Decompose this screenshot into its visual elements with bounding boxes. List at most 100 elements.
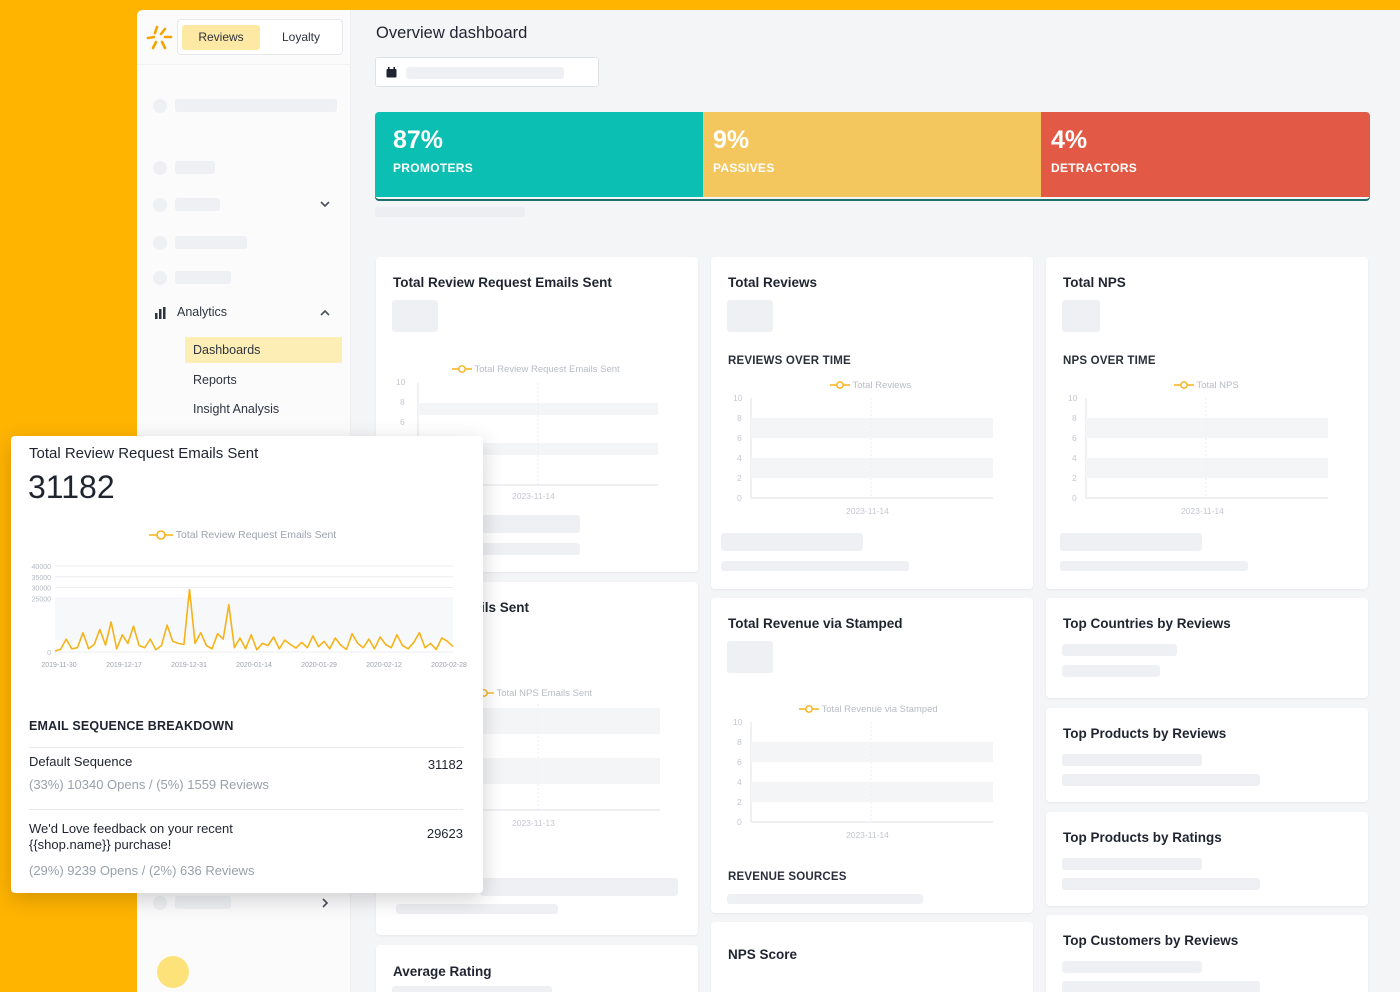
y-tick-label: 0 [47,650,51,657]
tab-loyalty[interactable]: Loyalty [262,25,340,50]
axis-tick: 10 [396,377,406,387]
nav-item-placeholder[interactable] [175,271,231,284]
promoters-segment: 87% PROMOTERS [375,112,703,197]
axis-date: 2023-11-14 [1181,506,1224,516]
sequence-name: We'd Love feedback on your recent {{shop… [29,821,233,852]
legend-label: Total NPS Emails Sent [496,688,593,699]
legend-label: Total NPS [1196,380,1239,391]
reviews-chart: 10 8 6 4 2 0 2023-11-14 [733,393,993,516]
axis-tick: 10 [733,717,743,727]
nav-icon-placeholder [153,271,167,285]
card-title: NPS Score [728,947,798,962]
sequence-breakdown-heading: EMAIL SEQUENCE BREAKDOWN [29,719,234,733]
chevron-down-icon[interactable] [319,198,331,210]
product-switcher: Reviews Loyalty [177,19,343,55]
axis-tick: 6 [400,417,405,427]
nav-icon-placeholder [153,896,167,910]
legend-marker-icon [799,705,819,714]
placeholder [1062,961,1202,973]
axis-tick: 6 [737,757,742,767]
placeholder [1062,981,1260,992]
axis-tick: 10 [733,393,743,403]
placeholder [727,894,923,904]
nps-emails-chart: 2023-11-13 [480,704,660,828]
nav-icon-placeholder [153,198,167,212]
revenue-card: Total Revenue via Stamped Total Revenue … [711,598,1033,913]
detractors-segment: 4% DETRACTORS [1041,112,1370,197]
nav-dashboards[interactable]: Dashboards [185,337,342,363]
axis-tick: 4 [737,453,742,463]
axis-date: 2023-11-14 [846,830,889,840]
axis-tick: 4 [1072,453,1077,463]
placeholder [1062,774,1260,786]
emails-sent-popout-card: Total Review Request Emails Sent 31182 T… [11,436,483,893]
axis-date: 2023-11-13 [512,818,555,828]
nav-icon-placeholder [153,236,167,250]
placeholder [392,986,552,992]
legend-marker-icon [1174,381,1194,390]
nav-item-placeholder[interactable] [175,99,337,112]
sequence-stats: (29%) 9239 Opens / (2%) 636 Reviews [29,863,255,878]
y-tick-label: 35000 [32,575,52,582]
sequence-name: Default Sequence [29,754,133,769]
chevron-right-icon[interactable] [319,897,331,909]
grid-band [55,598,453,640]
bar-chart-icon [155,307,166,319]
average-rating-card: Average Rating [376,945,698,992]
nav-reports[interactable]: Reports [185,367,342,393]
nav-analytics[interactable]: Analytics [177,305,227,319]
date-range-picker[interactable] [375,57,599,87]
chart-legend: Total NPS Emails Sent [480,688,592,699]
chevron-up-icon[interactable] [319,307,331,319]
x-tick-label: 2020-01-29 [301,662,337,669]
chart-legend: Total Review Request Emails Sent [149,529,336,541]
axis-tick: 8 [737,413,742,423]
top-products-ratings-card: Top Products by Ratings [1046,812,1368,906]
axis-tick: 2 [1072,473,1077,483]
nav-item-placeholder[interactable] [175,236,247,249]
tab-reviews[interactable]: Reviews [182,25,260,50]
divider [29,747,463,748]
placeholder [721,533,863,551]
nps-over-time-heading: NPS OVER TIME [1063,355,1156,367]
revenue-sources-heading: REVENUE SOURCES [728,871,847,883]
axis-tick: 2 [737,473,742,483]
card-title: Top Countries by Reviews [1063,616,1231,631]
avatar[interactable] [157,956,189,988]
chart-legend: Total Review Request Emails Sent [452,364,620,375]
card-title: Total NPS [1063,275,1126,290]
card-title: Total Revenue via Stamped [728,616,903,631]
passives-label: PASSIVES [713,161,775,175]
placeholder [721,561,909,571]
card-title: Top Customers by Reviews [1063,933,1239,948]
nav-insight-analysis[interactable]: Insight Analysis [185,396,342,422]
axis-tick: 6 [1072,433,1077,443]
sequence-row[interactable]: Default Sequence (33%) 10340 Opens / (5%… [29,754,463,792]
detractors-label: DETRACTORS [1051,161,1138,175]
sequence-sent-count: 29623 [426,826,463,841]
axis-tick: 0 [737,493,742,503]
value-placeholder [392,300,438,332]
axis-tick: 8 [1072,413,1077,423]
nav-icon-placeholder [153,161,167,175]
axis-date: 2023-11-14 [846,506,889,516]
placeholder [1062,878,1260,890]
nav-icon-placeholder [153,99,167,113]
nav-item-placeholder[interactable] [175,161,215,174]
sequence-row[interactable]: We'd Love feedback on your recent {{shop… [29,821,463,878]
value-placeholder [1062,300,1100,332]
card-title: Average Rating [393,964,492,979]
page-title: Overview dashboard [376,24,528,42]
placeholder [480,515,580,533]
axis-tick: 8 [400,397,405,407]
placeholder [1062,754,1202,766]
placeholder [480,543,580,555]
sequence-stats: (33%) 10340 Opens / (5%) 1559 Reviews [29,777,269,792]
placeholder [1060,533,1202,551]
x-tick-label: 2020-02-28 [431,662,467,669]
nav-item-placeholder[interactable] [175,896,231,909]
legend-label: Total Review Request Emails Sent [175,529,337,541]
popout-title: Total Review Request Emails Sent [29,445,259,462]
axis-date: 2023-11-14 [512,491,555,501]
nav-item-placeholder[interactable] [175,198,220,211]
